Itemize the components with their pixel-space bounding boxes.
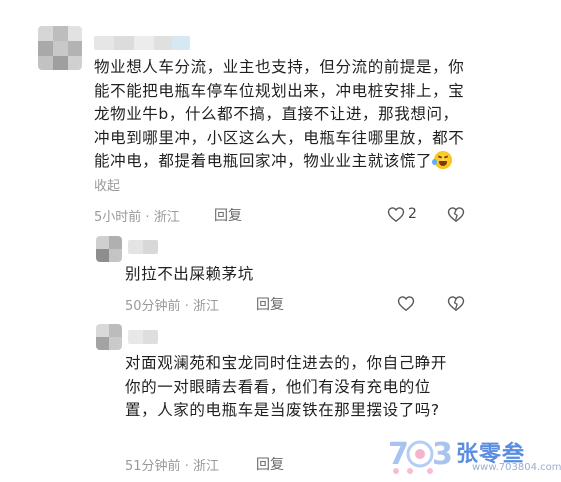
separator: · xyxy=(184,459,189,474)
like-count: 2 xyxy=(408,206,417,222)
avatar[interactable] xyxy=(38,26,82,70)
comment-text: 对面观澜苑和宝龙同时住进去的，你自己睁开你的一对眼睛去看看，他们有没有充电的位置… xyxy=(125,354,448,419)
watermark-logo-icon: 7 3 xyxy=(388,437,452,474)
comment-body: 物业想人车分流，业主也支持，但分流的前提是，你能不能把电瓶车停车位规划出来，冲电… xyxy=(94,58,465,170)
location: 浙江 xyxy=(153,210,180,225)
comment-meta: 5小时前 · 浙江 xyxy=(94,206,180,225)
broken-heart-dislike-icon[interactable] xyxy=(447,206,465,223)
timestamp: 50分钟前 xyxy=(125,299,181,314)
username[interactable] xyxy=(94,36,190,50)
comment-text: 别拉不出屎赖茅坑 xyxy=(125,265,254,283)
heart-like-icon[interactable] xyxy=(387,206,405,223)
location: 浙江 xyxy=(192,299,219,314)
heart-like-icon[interactable] xyxy=(397,295,415,312)
location: 浙江 xyxy=(192,459,219,474)
comment-text: 物业想人车分流，业主也支持，但分流的前提是，你能不能把电瓶车停车位规划出来，冲电… xyxy=(94,56,466,198)
reply-button[interactable]: 回复 xyxy=(214,205,242,225)
reply-button[interactable]: 回复 xyxy=(256,454,284,474)
comment-meta: 50分钟前 · 浙江 xyxy=(125,295,219,314)
avatar[interactable] xyxy=(96,236,122,262)
separator: · xyxy=(145,210,150,225)
watermark: 7 3 张零叁 www.703804.com xyxy=(388,432,561,478)
separator: · xyxy=(184,299,189,314)
comment-meta: 51分钟前 · 浙江 xyxy=(125,455,219,474)
avatar[interactable] xyxy=(96,324,122,350)
collapse-link[interactable]: 收起 xyxy=(94,179,120,194)
svg-text:7: 7 xyxy=(388,437,409,472)
username[interactable] xyxy=(128,330,158,344)
timestamp: 5小时前 xyxy=(94,210,142,225)
laughing-crying-emoji-icon xyxy=(432,151,453,169)
timestamp: 51分钟前 xyxy=(125,459,181,474)
broken-heart-dislike-icon[interactable] xyxy=(447,295,465,312)
username[interactable] xyxy=(128,240,158,254)
svg-text:3: 3 xyxy=(432,437,452,472)
watermark-url: www.703804.com xyxy=(472,462,561,473)
reply-button[interactable]: 回复 xyxy=(256,294,284,314)
